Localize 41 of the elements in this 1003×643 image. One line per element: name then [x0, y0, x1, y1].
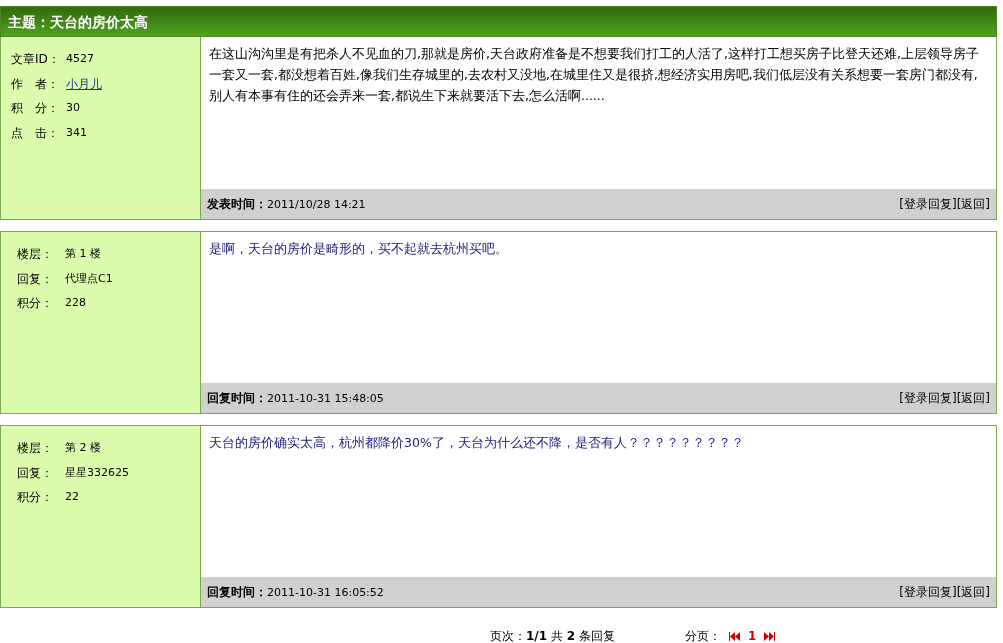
action-link[interactable]: [返回]: [956, 196, 990, 211]
meta-label: 积分：: [17, 489, 54, 507]
time-label: 回复时间：: [207, 390, 267, 405]
first-page-icon[interactable]: [728, 631, 740, 641]
meta-label: 楼层：: [17, 246, 54, 264]
post-time: 2011/10/28 14:21: [267, 197, 366, 211]
action-link[interactable]: [登录回复]: [899, 196, 957, 211]
action-link[interactable]: [登录回复]: [899, 584, 957, 599]
author-link[interactable]: 小月儿: [66, 74, 102, 93]
meta-value: 第 2 楼: [65, 440, 101, 456]
meta-label: 回复：: [17, 270, 54, 288]
meta-label: 积分：: [17, 295, 54, 313]
meta-value: 星星332625: [65, 464, 129, 481]
meta-value: 30: [66, 100, 80, 116]
last-page-icon[interactable]: [764, 631, 776, 641]
meta-label: 回复：: [17, 464, 54, 482]
pager-label: 分页：: [684, 628, 721, 643]
meta-label: 点 击：: [11, 124, 60, 142]
meta-value: 228: [65, 295, 86, 311]
meta-value: 代理点C1: [65, 270, 113, 287]
meta-label: 文章ID：: [11, 51, 61, 69]
action-link[interactable]: [登录回复]: [899, 390, 957, 405]
time-label: 发表时间：: [207, 196, 267, 211]
meta-value: 第 1 楼: [65, 246, 101, 262]
meta-value: 4527: [66, 51, 94, 67]
time-label: 回复时间：: [207, 584, 267, 599]
post-content: 天台的房价确实太高，杭州都降价30%了，天台为什么还不降，是否有人？？？？？？？？？: [208, 434, 745, 452]
meta-label: 积 分：: [11, 100, 60, 118]
post-time: 2011-10-31 16:05:52: [267, 585, 384, 599]
topic-title: 主题：天台的房价太高: [0, 6, 997, 37]
action-link[interactable]: [返回]: [956, 584, 990, 599]
post-time: 2011-10-31 15:48:05: [267, 391, 384, 405]
meta-label: 作 者：: [11, 75, 60, 93]
meta-value: 22: [65, 489, 79, 505]
meta-value: 341: [66, 124, 87, 141]
page-link[interactable]: 1: [747, 627, 757, 643]
action-link[interactable]: [返回]: [956, 390, 990, 405]
meta-label: 楼层：: [17, 440, 54, 458]
page-summary: 页次：1/1 共 2 条回复: [490, 628, 615, 643]
post-content: 在这山沟沟里是有把杀人不见血的刀,那就是房价,天台政府准备是不想要我们打工的人活了,这样打工想买房子比登天还难,上层领导房子一套又一套,都没想着百姓,像我们生存城里的,去农村又没地,在城里住又是很挤,想经济实用房吧,我们低层没有关系想要一套房门都没有,别人有本事有住的还会弄来一套,都说生下来就要活下去,怎么活啊......: [208, 45, 980, 105]
post-content: 是啊，天台的房价是畸形的，买不起就去杭州买吧。: [208, 240, 509, 258]
